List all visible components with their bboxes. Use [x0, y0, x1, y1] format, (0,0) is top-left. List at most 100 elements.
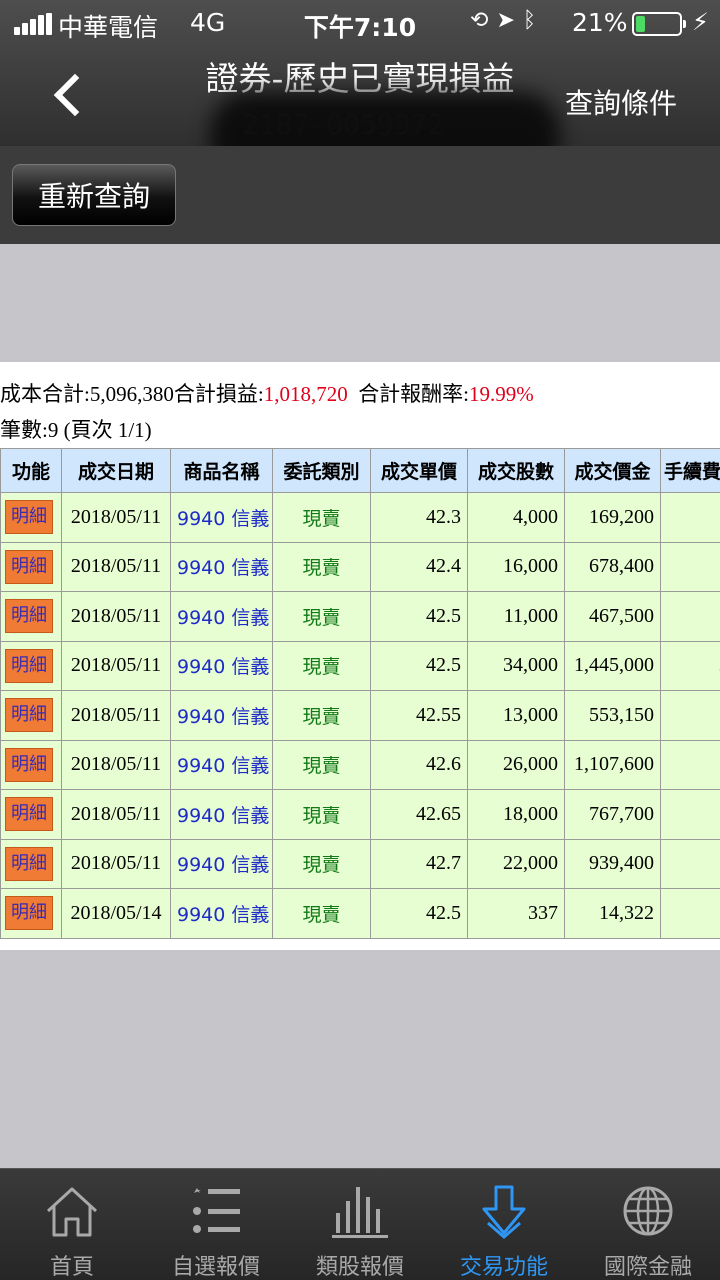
tab-sector-quotes[interactable]: 類股報價	[288, 1169, 432, 1280]
table-row: 明細 2018/05/11 9940 信義 現賣 42.6 26,000 1,1…	[0, 739, 720, 790]
trade-date: 2018/05/11	[61, 541, 171, 592]
trade-fee: 966	[660, 541, 720, 592]
results-panel: 成本合計:5,096,380合計損益:1,018,720 合計報酬率:19.99…	[0, 362, 720, 950]
product-link[interactable]: 9940 信義	[170, 739, 273, 790]
charging-icon: ⚡	[692, 8, 709, 36]
trade-shares: 337	[467, 888, 565, 939]
bottom-tab-bar: 首頁 自選報價 類股報價 交易功能 國際金融	[0, 1168, 720, 1280]
tab-watchlist[interactable]: 自選報價	[144, 1169, 288, 1280]
globe-icon	[623, 1186, 673, 1236]
toolbar: 重新查詢	[0, 146, 720, 244]
product-link[interactable]: 9940 信義	[170, 888, 273, 939]
trade-fee: 20	[660, 888, 720, 939]
trade-price: 42.65	[370, 789, 468, 840]
trade-fee: 241	[660, 492, 720, 543]
query-conditions-button[interactable]: 查詢條件	[565, 82, 677, 122]
bar-chart-icon	[332, 1187, 388, 1238]
table-row: 明細 2018/05/11 9940 信義 現賣 42.3 4,000 169,…	[0, 492, 720, 543]
trade-shares: 11,000	[467, 591, 565, 642]
table-row: 明細 2018/05/14 9940 信義 現賣 42.5 337 14,322…	[0, 888, 720, 939]
product-link[interactable]: 9940 信義	[170, 838, 273, 889]
pnl-total-value: 1,018,720	[263, 382, 348, 406]
summary-line: 成本合計:5,096,380合計損益:1,018,720 合計報酬率:19.99…	[0, 378, 720, 408]
order-type: 現賣	[272, 838, 371, 889]
table-row: 明細 2018/05/11 9940 信義 現賣 42.55 13,000 55…	[0, 690, 720, 741]
header: 中華電信 4G 下午7:10 ⟲➤ᛒ 21% ⚡ 證券-歷史已實現損益 2187…	[0, 0, 720, 182]
product-link[interactable]: 9940 信義	[170, 591, 273, 642]
order-type: 現賣	[272, 789, 371, 840]
trade-amount: 1,107,600	[564, 739, 661, 790]
orientation-lock-icon: ⟲	[470, 8, 497, 33]
table-row: 明細 2018/05/11 9940 信義 現賣 42.4 16,000 678…	[0, 541, 720, 592]
trade-shares: 18,000	[467, 789, 565, 840]
detail-button[interactable]: 明細	[5, 747, 53, 782]
trade-price: 42.3	[370, 492, 468, 543]
col-header-shares: 成交股數	[467, 448, 565, 493]
home-icon	[46, 1187, 98, 1237]
trade-shares: 16,000	[467, 541, 565, 592]
trade-date: 2018/05/11	[61, 739, 171, 790]
tab-trading[interactable]: 交易功能	[432, 1169, 576, 1280]
trade-amount: 14,322	[564, 888, 661, 939]
col-header-function: 功能	[0, 448, 62, 493]
battery-icon	[632, 12, 686, 36]
product-link[interactable]: 9940 信義	[170, 640, 273, 691]
trade-price: 42.7	[370, 838, 468, 889]
product-link[interactable]: 9940 信義	[170, 541, 273, 592]
app-root: 中華電信 4G 下午7:10 ⟲➤ᛒ 21% ⚡ 證券-歷史已實現損益 2187…	[0, 0, 720, 1280]
detail-button[interactable]: 明細	[5, 500, 53, 535]
trade-date: 2018/05/11	[61, 789, 171, 840]
requery-button[interactable]: 重新查詢	[12, 164, 176, 226]
tab-label: 交易功能	[459, 1255, 548, 1280]
order-type: 現賣	[272, 541, 371, 592]
trade-amount: 678,400	[564, 541, 661, 592]
product-link[interactable]: 9940 信義	[170, 789, 273, 840]
trade-fee: 1,578	[660, 739, 720, 790]
trade-fee: 666	[660, 591, 720, 642]
results-table: 功能 成交日期 商品名稱 委託類別 成交單價 成交股數 成交價金 手續費 明細 …	[0, 448, 720, 939]
back-button[interactable]	[40, 66, 96, 126]
return-rate-label: 合計報酬率:	[358, 382, 470, 406]
trade-amount: 467,500	[564, 591, 661, 642]
trade-price: 42.5	[370, 591, 468, 642]
detail-button[interactable]: 明細	[5, 797, 53, 832]
cost-total-label: 成本合計:	[0, 382, 90, 406]
col-header-fee: 手續費	[660, 448, 720, 493]
pnl-total-label: 合計損益:	[173, 382, 264, 406]
trade-fee: 788	[660, 690, 720, 741]
table-row: 明細 2018/05/11 9940 信義 現賣 42.7 22,000 939…	[0, 838, 720, 889]
trade-fee: 1,338	[660, 838, 720, 889]
col-header-order-type: 委託類別	[272, 448, 371, 493]
tab-home[interactable]: 首頁	[0, 1169, 144, 1280]
detail-button[interactable]: 明細	[5, 896, 53, 931]
product-link[interactable]: 9940 信義	[170, 690, 273, 741]
cost-total-value: 5,096,380	[89, 382, 174, 406]
trade-amount: 169,200	[564, 492, 661, 543]
order-type: 現賣	[272, 640, 371, 691]
trade-date: 2018/05/11	[61, 640, 171, 691]
trade-amount: 767,700	[564, 789, 661, 840]
trade-price: 42.5	[370, 640, 468, 691]
list-icon	[193, 1188, 240, 1233]
detail-button[interactable]: 明細	[5, 599, 53, 634]
record-count: 筆數:9 (頁次 1/1)	[0, 418, 152, 442]
trade-date: 2018/05/11	[61, 492, 171, 543]
order-type: 現賣	[272, 739, 371, 790]
trade-price: 42.55	[370, 690, 468, 741]
trade-price: 42.6	[370, 739, 468, 790]
trade-shares: 4,000	[467, 492, 565, 543]
col-header-price: 成交單價	[370, 448, 468, 493]
results-table-scroll[interactable]: 功能 成交日期 商品名稱 委託類別 成交單價 成交股數 成交價金 手續費 明細 …	[0, 448, 720, 940]
trade-fee: 1,094	[660, 789, 720, 840]
bluetooth-icon: ᛒ	[522, 8, 545, 33]
trade-amount: 1,445,000	[564, 640, 661, 691]
tab-international[interactable]: 國際金融	[576, 1169, 720, 1280]
trade-date: 2018/05/11	[61, 690, 171, 741]
tab-label: 國際金融	[603, 1255, 692, 1280]
detail-button[interactable]: 明細	[5, 698, 53, 733]
detail-button[interactable]: 明細	[5, 846, 53, 881]
product-link[interactable]: 9940 信義	[170, 492, 273, 543]
detail-button[interactable]: 明細	[5, 648, 53, 683]
detail-button[interactable]: 明細	[5, 549, 53, 584]
order-type: 現賣	[272, 492, 371, 543]
